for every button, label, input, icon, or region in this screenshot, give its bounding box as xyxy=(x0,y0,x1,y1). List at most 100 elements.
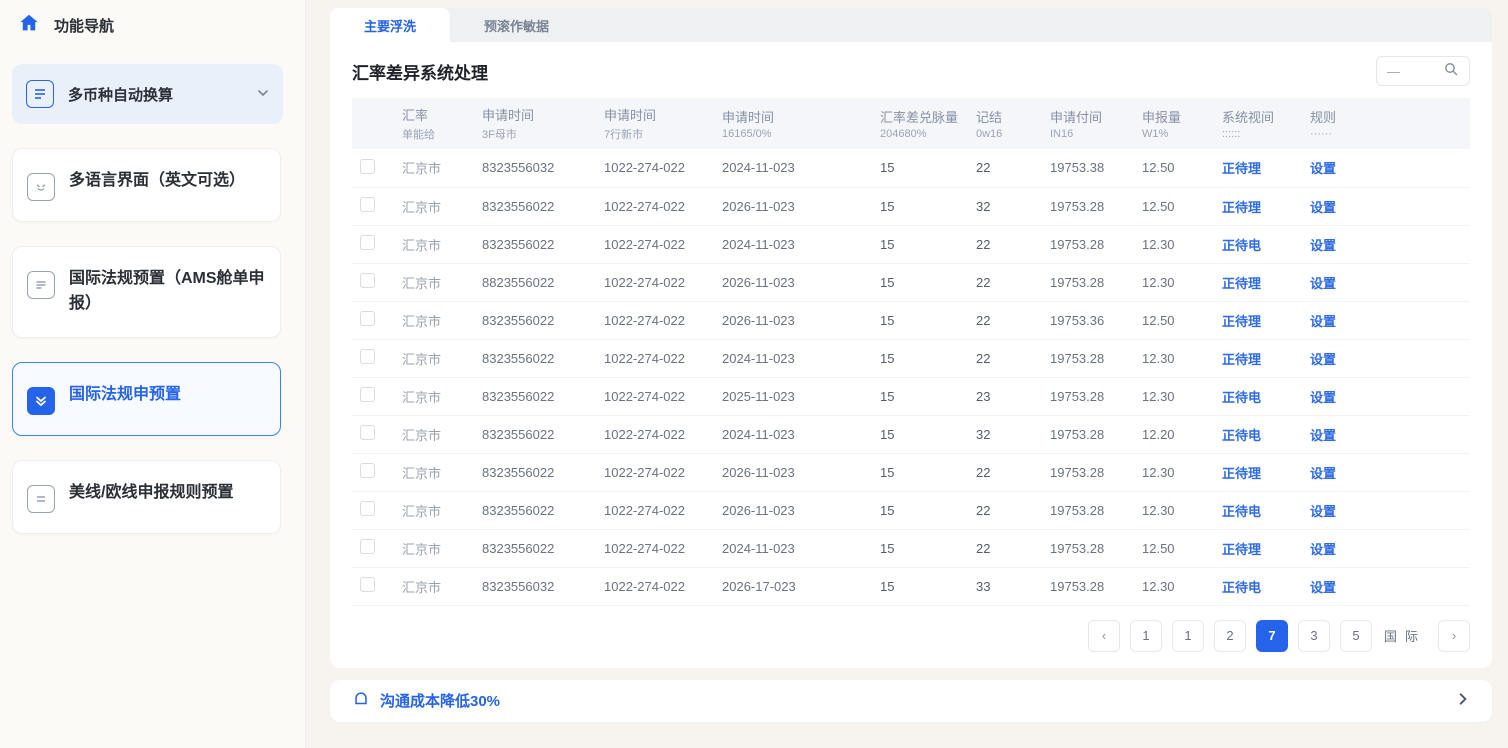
sidebar-item-multilanguage[interactable]: 多语言界面（英文可选） xyxy=(12,148,281,222)
table-cell: 19753.28 xyxy=(1042,491,1134,529)
table-cell: 19753.28 xyxy=(1042,187,1134,225)
pagination-page[interactable]: 5 xyxy=(1340,620,1372,652)
row-checkbox[interactable] xyxy=(360,311,375,326)
status-link[interactable]: 正待理 xyxy=(1214,529,1302,567)
pagination-next-button[interactable]: › xyxy=(1438,620,1470,652)
column-header: 记结0w16 xyxy=(968,98,1042,149)
status-link[interactable]: 正待电 xyxy=(1214,225,1302,263)
row-checkbox[interactable] xyxy=(360,425,375,440)
status-link[interactable]: 正待理 xyxy=(1214,263,1302,301)
status-link[interactable]: 正待电 xyxy=(1214,567,1302,605)
row-checkbox[interactable] xyxy=(360,235,375,250)
row-checkbox[interactable] xyxy=(360,577,375,592)
double-chevron-down-icon xyxy=(27,387,55,415)
row-checkbox[interactable] xyxy=(360,463,375,478)
status-link[interactable]: 正待电 xyxy=(1214,377,1302,415)
table-cell: 2026-17-023 xyxy=(714,567,872,605)
status-link[interactable]: 正待电 xyxy=(1214,415,1302,453)
settings-link[interactable]: 设置 xyxy=(1302,491,1470,529)
sidebar-item-intl-regulation-preset[interactable]: 国际法规申预置 xyxy=(12,362,281,436)
settings-link[interactable]: 设置 xyxy=(1302,567,1470,605)
table-cell: 1022-274-022 xyxy=(596,491,714,529)
footer-banner[interactable]: 沟通成本降低30% xyxy=(330,680,1492,722)
table-cell: 12.30 xyxy=(1134,263,1214,301)
table-cell: 8323556032 xyxy=(474,149,596,187)
table-cell: 22 xyxy=(968,149,1042,187)
tab-bar: 主要浮洗 预滚作敏据 xyxy=(330,8,1492,42)
table-cell: 1022-274-022 xyxy=(596,567,714,605)
settings-link[interactable]: 设置 xyxy=(1302,187,1470,225)
tab-primary[interactable]: 主要浮洗 xyxy=(330,8,450,42)
table-cell: 8323556022 xyxy=(474,529,596,567)
document-icon xyxy=(26,80,54,108)
table-cell: 汇京市 xyxy=(394,339,474,377)
status-link[interactable]: 正待理 xyxy=(1214,453,1302,491)
status-link[interactable]: 正待理 xyxy=(1214,149,1302,187)
sidebar-item-multicurrency[interactable]: 多币种自动换算 xyxy=(12,64,283,124)
table-cell: 2026-11-023 xyxy=(714,453,872,491)
table-cell: 32 xyxy=(968,415,1042,453)
column-header: 申请时间3F母市 xyxy=(474,98,596,149)
table-cell: 12.50 xyxy=(1134,149,1214,187)
table-cell: 22 xyxy=(968,225,1042,263)
pagination-page[interactable]: 2 xyxy=(1214,620,1246,652)
table-cell: 8323556022 xyxy=(474,377,596,415)
pagination-prev-button[interactable]: ‹ xyxy=(1088,620,1120,652)
row-checkbox[interactable] xyxy=(360,501,375,516)
table-row: 汇京市88235560221022-274-0222026-11-0231522… xyxy=(352,263,1470,301)
settings-link[interactable]: 设置 xyxy=(1302,225,1470,263)
sidebar-item-us-eu-rules[interactable]: 美线/欧线申报规则预置 xyxy=(12,460,281,534)
table-cell: 15 xyxy=(872,567,968,605)
table-cell: 8823556022 xyxy=(474,263,596,301)
search-input[interactable]: — xyxy=(1376,56,1470,86)
status-link[interactable]: 正待电 xyxy=(1214,491,1302,529)
row-checkbox[interactable] xyxy=(360,349,375,364)
sidebar-item-ams-preset[interactable]: 国际法规预置（AMS舱单申报） xyxy=(12,246,281,338)
sidebar-home[interactable]: 功能导航 xyxy=(0,0,305,38)
pagination-page[interactable]: 1 xyxy=(1130,620,1162,652)
settings-link[interactable]: 设置 xyxy=(1302,415,1470,453)
table-cell: 22 xyxy=(968,339,1042,377)
table-row: 汇京市83235560221022-274-0222024-11-0231522… xyxy=(352,529,1470,567)
table-cell: 汇京市 xyxy=(394,377,474,415)
table-header: 汇率单能给申请时间3F母市申请时间7行新市申请时间16165/0%汇率差兑脉量2… xyxy=(352,98,1470,149)
table-cell: 12.30 xyxy=(1134,377,1214,415)
row-checkbox[interactable] xyxy=(360,387,375,402)
main-content: 主要浮洗 预滚作敏据 汇率差异系统处理 — xyxy=(306,0,1508,748)
pagination-page[interactable]: 7 xyxy=(1256,620,1288,652)
tab-secondary[interactable]: 预滚作敏据 xyxy=(450,8,583,42)
table-cell: 15 xyxy=(872,149,968,187)
row-checkbox[interactable] xyxy=(360,539,375,554)
table-row: 汇京市83235560221022-274-0222026-11-0231532… xyxy=(352,187,1470,225)
sidebar-home-label: 功能导航 xyxy=(54,15,114,36)
table-cell: 8323556022 xyxy=(474,225,596,263)
table-cell: 汇京市 xyxy=(394,529,474,567)
file-icon xyxy=(27,271,55,299)
status-link[interactable]: 正待理 xyxy=(1214,339,1302,377)
table-cell: 15 xyxy=(872,301,968,339)
settings-link[interactable]: 设置 xyxy=(1302,453,1470,491)
table-cell: 12.30 xyxy=(1134,339,1214,377)
pagination-page[interactable]: 3 xyxy=(1298,620,1330,652)
row-checkbox[interactable] xyxy=(360,273,375,288)
chevron-right-icon[interactable] xyxy=(1456,692,1470,710)
sidebar-item-label: 国际法规预置（AMS舱单申报） xyxy=(69,267,266,317)
table-cell: 8323556022 xyxy=(474,491,596,529)
pagination-page[interactable]: 1 xyxy=(1172,620,1204,652)
row-checkbox[interactable] xyxy=(360,159,375,174)
settings-link[interactable]: 设置 xyxy=(1302,149,1470,187)
table-cell: 8323556022 xyxy=(474,187,596,225)
settings-link[interactable]: 设置 xyxy=(1302,529,1470,567)
settings-link[interactable]: 设置 xyxy=(1302,377,1470,415)
settings-link[interactable]: 设置 xyxy=(1302,339,1470,377)
status-link[interactable]: 正待理 xyxy=(1214,301,1302,339)
pagination: ‹112735国际› xyxy=(352,620,1470,652)
table-cell: 12.30 xyxy=(1134,453,1214,491)
table-cell: 22 xyxy=(968,529,1042,567)
row-checkbox[interactable] xyxy=(360,197,375,212)
table-cell: 15 xyxy=(872,415,968,453)
settings-link[interactable]: 设置 xyxy=(1302,301,1470,339)
settings-link[interactable]: 设置 xyxy=(1302,263,1470,301)
status-link[interactable]: 正待理 xyxy=(1214,187,1302,225)
table-cell: 32 xyxy=(968,187,1042,225)
